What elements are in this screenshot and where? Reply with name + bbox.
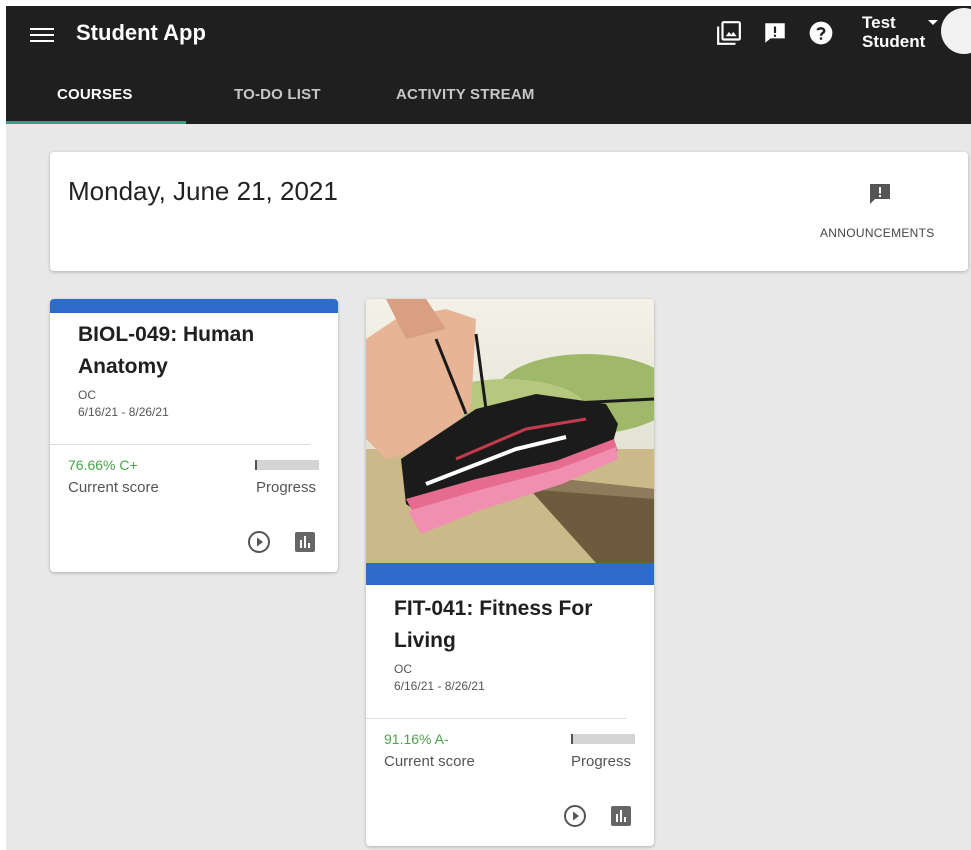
feedback-icon[interactable]: [762, 20, 788, 46]
course-title-line-2: Anatomy: [78, 355, 168, 378]
app-title: Student App: [76, 20, 206, 45]
help-icon[interactable]: [808, 20, 834, 46]
course-campus: OC: [78, 388, 96, 402]
progress-bar: [255, 460, 319, 470]
user-last-name: Student: [862, 32, 926, 51]
course-title-line-2: Living: [394, 629, 456, 652]
announcements-icon[interactable]: [868, 182, 892, 206]
gallery-icon[interactable]: [716, 20, 742, 46]
active-tab-indicator: [6, 121, 186, 124]
current-score-value: 76.66% C+: [68, 457, 138, 473]
course-meta: OC 6/16/21 - 8/26/21: [78, 387, 169, 421]
current-score-value: 91.16% A-: [384, 731, 449, 747]
tab-courses[interactable]: COURSES: [57, 86, 133, 124]
course-cover-image: [366, 299, 654, 563]
progress-bar-fill: [571, 734, 573, 744]
course-title[interactable]: FIT-041: Fitness For Living: [394, 593, 592, 657]
course-meta: OC 6/16/21 - 8/26/21: [394, 661, 485, 695]
course-color-bar: [50, 299, 338, 313]
announcements-link[interactable]: ANNOUNCEMENTS: [820, 226, 935, 240]
progress-label: Progress: [256, 479, 317, 496]
course-title[interactable]: BIOL-049: Human Anatomy: [78, 319, 254, 383]
bar-chart-icon[interactable]: [609, 804, 633, 828]
play-circle-icon[interactable]: [563, 804, 587, 828]
tab-to-do-list[interactable]: TO-DO LIST: [234, 86, 321, 124]
caret-down-icon[interactable]: [928, 20, 938, 25]
top-app-bar: Student App Test Student COURSES TO-DO L…: [6, 6, 971, 124]
course-dates: 6/16/21 - 8/26/21: [78, 405, 169, 419]
bar-chart-icon[interactable]: [293, 530, 317, 554]
course-title-line-1: FIT-041: Fitness For: [394, 597, 593, 620]
card-divider: [366, 718, 626, 719]
card-divider: [50, 444, 310, 445]
avatar[interactable]: [941, 8, 971, 54]
date-card: Monday, June 21, 2021 ANNOUNCEMENTS: [50, 152, 968, 271]
current-score-label: Current score: [68, 479, 159, 496]
user-first-name: Test: [862, 13, 896, 32]
app-frame: Student App Test Student COURSES TO-DO L…: [6, 6, 971, 850]
hamburger-menu-icon[interactable]: [30, 24, 54, 44]
current-score-label: Current score: [384, 753, 475, 770]
current-date: Monday, June 21, 2021: [68, 176, 338, 206]
progress-label: Progress: [571, 753, 632, 770]
course-color-bar: [366, 563, 654, 585]
tab-activity-stream[interactable]: ACTIVITY STREAM: [396, 86, 535, 124]
course-dates: 6/16/21 - 8/26/21: [394, 679, 485, 693]
course-card-fit-041[interactable]: FIT-041: Fitness For Living OC 6/16/21 -…: [366, 299, 654, 846]
progress-bar-fill: [255, 460, 257, 470]
course-card-biol-049[interactable]: BIOL-049: Human Anatomy OC 6/16/21 - 8/2…: [50, 299, 338, 572]
play-circle-icon[interactable]: [247, 530, 271, 554]
course-title-line-1: BIOL-049: Human: [78, 323, 255, 346]
course-campus: OC: [394, 662, 412, 676]
progress-bar: [571, 734, 635, 744]
user-name[interactable]: Test Student: [862, 13, 925, 51]
